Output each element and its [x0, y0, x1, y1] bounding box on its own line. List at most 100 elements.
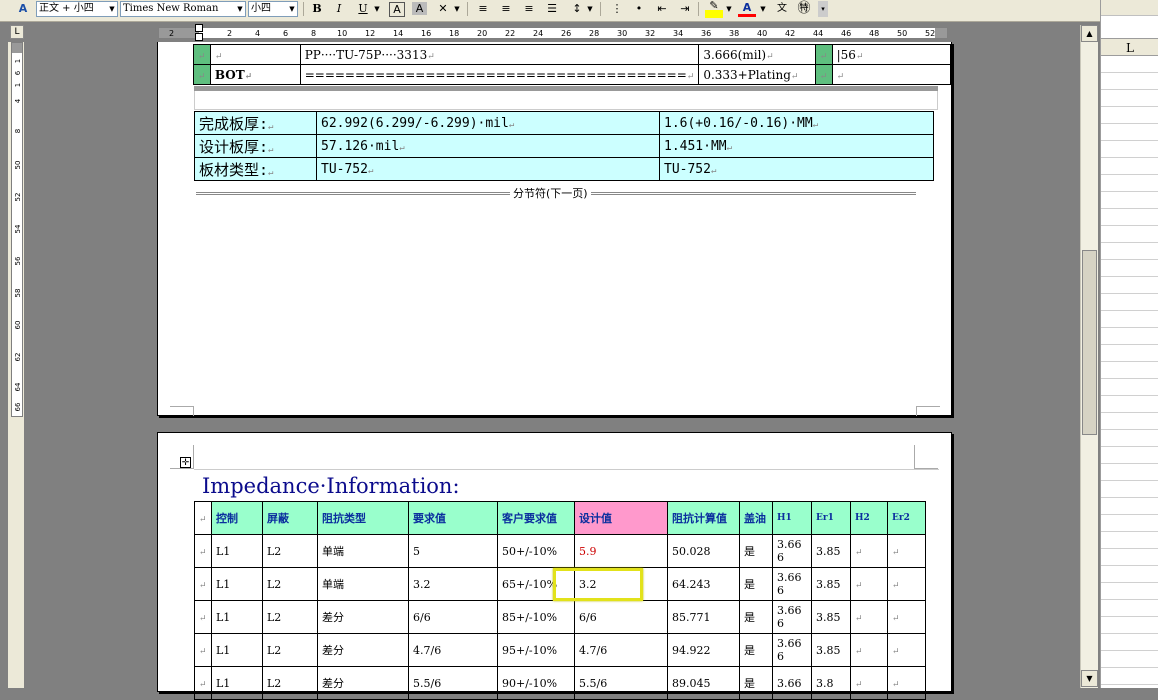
table-cell[interactable]: 5 [408, 534, 498, 568]
header-cell[interactable]: H2 [850, 501, 888, 535]
table-cell[interactable]: |56↵ [831, 44, 952, 65]
table-cell[interactable]: 95+/-10% [497, 633, 575, 667]
table-cell[interactable]: 3.66 [772, 666, 812, 700]
header-cell[interactable]: 屏蔽 [262, 501, 318, 535]
align-center-icon[interactable]: ≡ [497, 1, 515, 17]
vertical-scrollbar[interactable]: ▲ ▼ [1080, 25, 1098, 688]
underline-button[interactable]: U [354, 1, 372, 17]
char-border-button[interactable]: A [389, 2, 405, 17]
table-cell[interactable]: 62.992(6.299/-6.299)·mil↵ [316, 111, 660, 135]
table-cell[interactable]: L1 [211, 666, 263, 700]
first-line-indent-marker[interactable] [195, 24, 203, 32]
table-cell[interactable]: TU-752↵ [659, 157, 934, 181]
table-cell[interactable]: 64.243 [667, 567, 740, 601]
table-cell[interactable]: 完成板厚:↵ [194, 111, 317, 135]
font-combo[interactable]: Times New Roman ▼ [120, 1, 246, 17]
table-cell[interactable]: L2 [262, 600, 318, 634]
table-cell[interactable]: ↵ [850, 633, 888, 667]
selected-cell[interactable]: 3.2 [553, 567, 668, 601]
table-cell[interactable]: L1 [211, 567, 263, 601]
dropdown-arrow-icon[interactable]: ▼ [724, 1, 734, 17]
table-cell[interactable]: 5.9 [574, 534, 668, 568]
table-cell[interactable]: 6/6 [574, 600, 668, 634]
table-cell[interactable]: ↵ [850, 600, 888, 634]
table-cell[interactable]: ↵ [814, 64, 833, 85]
table-cell[interactable]: L2 [262, 534, 318, 568]
dropdown-arrow-icon[interactable]: ▼ [372, 1, 382, 17]
header-cell[interactable]: 盖油 [739, 501, 773, 535]
table-cell[interactable]: ↵ [209, 44, 301, 65]
table-cell[interactable]: TU-752↵ [316, 157, 660, 181]
table-cell[interactable]: 5.5/6 [574, 666, 668, 700]
table-cell[interactable]: 是 [739, 600, 773, 634]
table-cell[interactable]: 板材类型:↵ [194, 157, 317, 181]
table-cell[interactable]: 85.771 [667, 600, 740, 634]
table-cell[interactable]: 是 [739, 567, 773, 601]
table-cell[interactable]: 57.126·mil↵ [316, 134, 660, 158]
table-cell[interactable]: 3.2 [408, 567, 498, 601]
toolbar-options-icon[interactable]: ▾ [818, 1, 828, 17]
numbered-list-icon[interactable]: ⋮ [608, 1, 626, 17]
table-cell[interactable]: ↵ [887, 633, 926, 667]
table-cell[interactable]: 差分 [317, 666, 409, 700]
table-cell[interactable]: 94.922 [667, 633, 740, 667]
table-cell[interactable]: L1 [211, 600, 263, 634]
dropdown-arrow-icon[interactable]: ▼ [758, 1, 768, 17]
table-cell[interactable]: 3.85 [811, 567, 851, 601]
table-cell[interactable]: 1.6(+0.16/-0.16)·MM↵ [659, 111, 934, 135]
bold-button[interactable]: B [308, 1, 326, 17]
header-cell[interactable]: 要求值 [408, 501, 498, 535]
table-cell[interactable]: 3.8 [811, 666, 851, 700]
header-cell[interactable]: Er1 [811, 501, 851, 535]
table-cell[interactable]: 3.666 [772, 633, 812, 667]
table-cell[interactable]: 50+/-10% [497, 534, 575, 568]
font-size-combo[interactable]: 小四 ▼ [248, 1, 298, 17]
table-cell[interactable]: 单端 [317, 567, 409, 601]
phonetic-guide-icon[interactable]: 文 [773, 1, 791, 17]
table-cell[interactable]: 3.666 [772, 534, 812, 568]
table-cell[interactable]: 85+/-10% [497, 600, 575, 634]
table-cell[interactable]: 89.045 [667, 666, 740, 700]
italic-button[interactable]: I [330, 1, 348, 17]
table-cell[interactable]: 差分 [317, 633, 409, 667]
table-cell[interactable]: ↵ [193, 44, 211, 65]
table-cell[interactable]: L2 [262, 666, 318, 700]
table-cell[interactable]: 差分 [317, 600, 409, 634]
table-cell[interactable]: PP····TU-75P····3313↵ [299, 44, 700, 65]
table-cell[interactable]: ↵ [887, 534, 926, 568]
table-cell[interactable]: 90+/-10% [497, 666, 575, 700]
table-cell[interactable]: ↵ [193, 64, 211, 85]
table-cell[interactable]: 4.7/6 [574, 633, 668, 667]
table-move-handle-icon[interactable]: ✛ [180, 457, 191, 468]
table-cell[interactable]: ↵ [831, 64, 952, 85]
table-cell[interactable]: 3.666 [772, 567, 812, 601]
increase-indent-icon[interactable]: ⇥ [676, 1, 694, 17]
header-cell[interactable]: 控制 [211, 501, 263, 535]
table-cell[interactable]: 50.028 [667, 534, 740, 568]
font-color-button[interactable]: A [738, 1, 756, 17]
scroll-down-icon[interactable]: ▼ [1081, 670, 1098, 687]
header-cell[interactable]: 阻抗计算值 [667, 501, 740, 535]
table-cell[interactable]: 是 [739, 633, 773, 667]
char-scale-icon[interactable]: ✕ [434, 1, 452, 17]
table-cell[interactable]: BOT↵ [209, 64, 301, 85]
table-cell[interactable]: L2 [262, 633, 318, 667]
scrollbar-thumb[interactable] [1082, 250, 1097, 435]
hanging-indent-marker[interactable] [195, 33, 203, 41]
header-cell[interactable]: H1 [772, 501, 812, 535]
header-cell[interactable]: 阻抗类型 [317, 501, 409, 535]
header-cell[interactable]: 设计值 [574, 501, 668, 535]
scroll-up-icon[interactable]: ▲ [1081, 25, 1098, 42]
table-cell[interactable]: 3.85 [811, 633, 851, 667]
table-cell[interactable]: 设计板厚:↵ [194, 134, 317, 158]
decrease-indent-icon[interactable]: ⇤ [653, 1, 671, 17]
table-cell[interactable]: 0.333+Plating↵ [698, 64, 816, 85]
table-cell[interactable]: 4.7/6 [408, 633, 498, 667]
table-cell[interactable]: ↵ [850, 567, 888, 601]
style-combo[interactable]: 正文 + 小四 ▼ [36, 1, 118, 17]
char-shading-button[interactable]: A [412, 2, 427, 15]
header-cell[interactable]: Er2 [887, 501, 926, 535]
document-page[interactable]: ✛ Impedance·Information: ↵ 控制 屏蔽 阻抗类型 要求… [157, 432, 952, 700]
table-cell[interactable]: ↵ [887, 567, 926, 601]
table-cell[interactable]: L1 [211, 633, 263, 667]
